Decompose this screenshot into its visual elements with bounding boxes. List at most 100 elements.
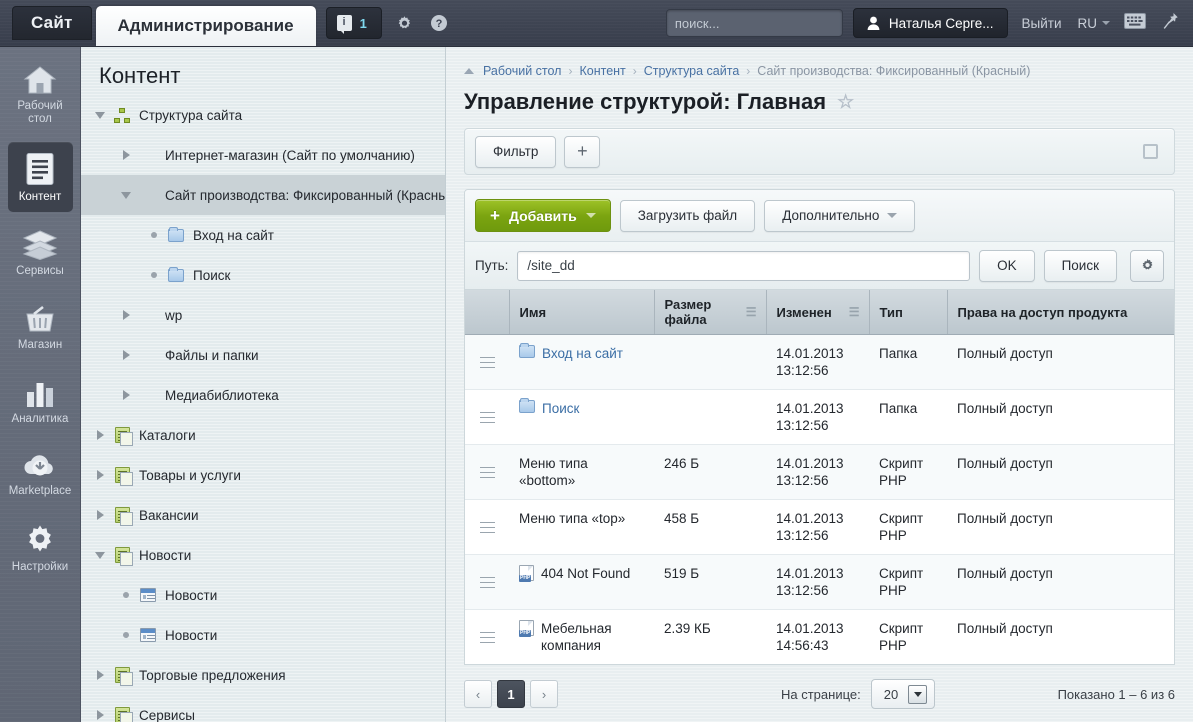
tab-site[interactable]: Сайт	[12, 6, 92, 40]
column-header-type[interactable]: Тип	[869, 290, 948, 335]
cell-name[interactable]: Вход на сайт	[509, 334, 654, 390]
path-search-button[interactable]: Поиск	[1043, 249, 1117, 282]
per-page-select[interactable]: 20	[870, 679, 936, 709]
tree-node[interactable]: Поиск	[81, 255, 445, 295]
cell-name[interactable]: Мебельная компания	[509, 610, 654, 665]
tree-node[interactable]: Медиабиблиотека	[81, 375, 445, 415]
cell-name[interactable]: Меню типа «bottom»	[509, 444, 654, 500]
collapse-arrow-icon[interactable]	[121, 191, 131, 199]
chevron-down-icon[interactable]	[908, 684, 928, 704]
column-menu-icon[interactable]: ☰	[746, 305, 757, 320]
collapse-arrow-icon[interactable]	[95, 111, 105, 119]
breadcrumb-item[interactable]: Контент	[579, 64, 625, 78]
collapse-arrow-icon[interactable]	[95, 551, 105, 559]
row-drag-handle[interactable]	[465, 389, 509, 445]
tab-administration[interactable]: Администрирование	[95, 6, 316, 46]
more-actions-button[interactable]: Дополнительно	[764, 199, 916, 232]
expand-arrow-icon[interactable]	[96, 510, 104, 520]
user-menu-button[interactable]: Наталья Серге...	[852, 8, 1008, 38]
path-ok-button[interactable]: OK	[979, 249, 1035, 282]
table-row[interactable]: Вход на сайт 14.01.2013 13:12:56 Папка Полн…	[465, 334, 1174, 390]
file-name[interactable]: Вход на сайт	[542, 345, 623, 362]
row-drag-handle[interactable]	[465, 334, 509, 390]
column-menu-icon[interactable]: ☰	[849, 305, 860, 320]
table-row[interactable]: Меню типа «bottom» 246 Б 14.01.2013 13:12:…	[465, 444, 1174, 500]
tree-toggle[interactable]	[115, 632, 137, 638]
sidebar-item-analytics[interactable]: Аналитика	[8, 368, 73, 434]
cell-name[interactable]: Поиск	[509, 389, 654, 445]
page-prev-button[interactable]: ‹	[464, 680, 492, 708]
tree-toggle[interactable]	[143, 272, 165, 278]
tree-toggle[interactable]	[115, 350, 137, 360]
logout-link[interactable]: Выйти	[1022, 16, 1062, 31]
column-header-modified[interactable]: Изменен ☰	[766, 290, 870, 335]
tree-node[interactable]: Вход на сайт	[81, 215, 445, 255]
table-row[interactable]: Меню типа «top» 458 Б 14.01.2013 13:12:56 С…	[465, 499, 1174, 555]
cell-name[interactable]: Меню типа «top»	[509, 499, 654, 555]
page-number-button[interactable]: 1	[497, 680, 525, 708]
expand-arrow-icon[interactable]	[122, 310, 130, 320]
collapse-icon[interactable]	[1143, 144, 1158, 159]
tree-toggle[interactable]	[115, 390, 137, 400]
tree-node[interactable]: Товары и услуги	[81, 455, 445, 495]
tree-node[interactable]: Новости	[81, 575, 445, 615]
help-button[interactable]: ?	[428, 12, 450, 34]
table-row[interactable]: 404 Not Found 519 Б14.01.2013 13:12:56Скр…	[465, 554, 1174, 610]
tree-node[interactable]: wp	[81, 295, 445, 335]
sidebar-item-settings[interactable]: Настройки	[8, 514, 73, 582]
expand-arrow-icon[interactable]	[96, 430, 104, 440]
grid-settings-button[interactable]	[1130, 249, 1164, 282]
expand-arrow-icon[interactable]	[96, 710, 104, 720]
tree-node[interactable]: Интернет-магазин (Сайт по умолчанию)	[81, 135, 445, 175]
expand-arrow-icon[interactable]	[122, 150, 130, 160]
column-header-size[interactable]: Размер файла ☰	[654, 290, 767, 335]
tree-toggle[interactable]	[89, 551, 111, 559]
tree-toggle[interactable]	[115, 191, 137, 199]
tree-node[interactable]: Вакансии	[81, 495, 445, 535]
file-name[interactable]: Поиск	[542, 400, 579, 417]
tree-node[interactable]: Файлы и папки	[81, 335, 445, 375]
filter-button[interactable]: Фильтр	[475, 135, 557, 168]
tree-node[interactable]: Торговые предложения	[81, 655, 445, 695]
notifications-button[interactable]: i 1	[325, 7, 382, 39]
tree-node[interactable]: Сайт производства: Фиксированный (Красны…	[81, 175, 445, 215]
path-input[interactable]	[517, 250, 971, 281]
pin-button[interactable]	[1162, 12, 1179, 35]
expand-arrow-icon[interactable]	[122, 350, 130, 360]
row-drag-handle[interactable]	[465, 444, 509, 500]
row-drag-handle[interactable]	[465, 610, 509, 665]
tree-node[interactable]: Новости	[81, 535, 445, 575]
expand-arrow-icon[interactable]	[122, 390, 130, 400]
tree-toggle[interactable]	[89, 670, 111, 680]
tree-toggle[interactable]	[115, 592, 137, 598]
column-header-name[interactable]: Имя	[509, 290, 655, 335]
column-header-rights[interactable]: Права на доступ продукта	[947, 290, 1174, 335]
star-icon[interactable]: ☆	[837, 93, 854, 112]
search-input[interactable]	[674, 15, 851, 31]
tree-toggle[interactable]	[89, 111, 111, 119]
sidebar-item-marketplace[interactable]: Marketplace	[8, 442, 73, 506]
breadcrumb-item[interactable]: Структура сайта	[644, 64, 740, 78]
row-drag-handle[interactable]	[465, 554, 509, 610]
tree-toggle[interactable]	[89, 510, 111, 520]
tree-node[interactable]: Сервисы	[81, 695, 445, 722]
tree-toggle[interactable]	[115, 150, 137, 160]
tree-toggle[interactable]	[89, 710, 111, 720]
expand-arrow-icon[interactable]	[96, 670, 104, 680]
sidebar-item-services[interactable]: Сервисы	[8, 220, 73, 286]
sidebar-item-desktop[interactable]: Рабочий стол	[8, 55, 73, 134]
add-filter-button[interactable]: +	[564, 135, 601, 168]
language-selector[interactable]: RU	[1078, 16, 1110, 31]
tree-toggle[interactable]	[89, 470, 111, 480]
tree-node[interactable]: Структура сайта	[81, 95, 445, 135]
page-next-button[interactable]: ›	[530, 680, 558, 708]
table-row[interactable]: Поиск 14.01.2013 13:12:56 Папка Полный дост…	[465, 389, 1174, 445]
keyboard-button[interactable]	[1124, 12, 1146, 34]
global-search[interactable]	[665, 9, 851, 37]
tree-node[interactable]: Каталоги	[81, 415, 445, 455]
expand-arrow-icon[interactable]	[96, 470, 104, 480]
tree-node[interactable]: Новости	[81, 615, 445, 655]
cell-name[interactable]: 404 Not Found	[509, 554, 654, 610]
tree-toggle[interactable]	[115, 310, 137, 320]
add-button[interactable]: + Добавить	[475, 199, 611, 232]
